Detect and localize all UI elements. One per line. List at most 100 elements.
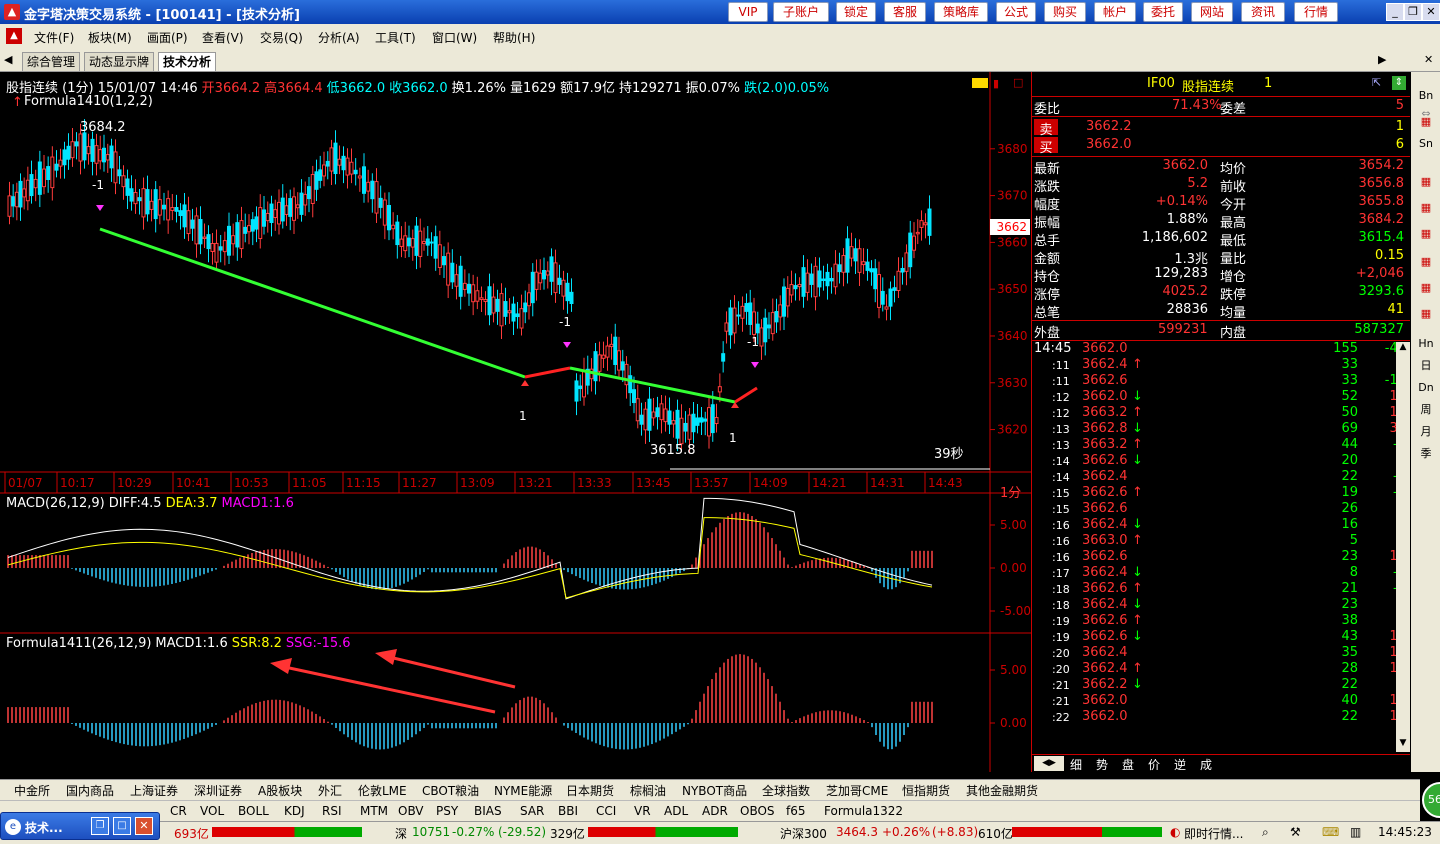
toolbar-button-11[interactable]: 行情 <box>1294 2 1338 22</box>
market-tab-2[interactable]: 上海证券 <box>130 782 178 799</box>
sidebar-tool-icon-5[interactable]: ▦ <box>1415 278 1437 298</box>
close-button[interactable]: ✕ <box>1422 3 1440 21</box>
toolbar-button-4[interactable]: 策略库 <box>934 2 988 22</box>
toolbar-button-7[interactable]: 帐户 <box>1094 2 1136 22</box>
tab-scroll-left-icon[interactable]: ◀ <box>4 53 12 66</box>
menu-item-4[interactable]: 交易(Q) <box>260 29 303 46</box>
market-tab-9[interactable]: 日本期货 <box>566 782 614 799</box>
indicator-tab-19[interactable]: OBOS <box>740 804 775 818</box>
tick-list[interactable]: 14:453662.0155-49:113662.4↑333:113662.63… <box>1032 340 1410 724</box>
market-tab-13[interactable]: 芝加哥CME <box>826 782 888 799</box>
toolbar-button-0[interactable]: VIP <box>728 2 768 22</box>
tick-tab-3[interactable]: 价 <box>1148 756 1160 773</box>
sidebar-tool-icon-1[interactable]: ▦ <box>1415 172 1437 192</box>
taskbar-maximize-icon[interactable]: □ <box>113 817 131 835</box>
tick-tab-4[interactable]: 逆 <box>1174 756 1186 773</box>
indicator-tab-7[interactable]: KDJ <box>284 804 305 818</box>
kline-chart[interactable]: 368036703660365036403630362001/07 10:17 10… <box>0 72 1031 772</box>
market-tab-11[interactable]: NYBOT商品 <box>682 782 747 799</box>
menu-item-7[interactable]: 窗口(W) <box>432 29 477 46</box>
sidebar-tool-icon-3[interactable]: ▦ <box>1415 224 1437 244</box>
menu-item-2[interactable]: 画面(P) <box>147 29 188 46</box>
realtime-icon[interactable]: ◐ <box>1170 825 1180 839</box>
toolbar-button-10[interactable]: 资讯 <box>1241 2 1285 22</box>
indicator-tab-16[interactable]: VR <box>634 804 651 818</box>
pin-icon[interactable]: ▮ <box>993 77 999 90</box>
menu-item-0[interactable]: 文件(F) <box>34 29 74 46</box>
indicator-tab-4[interactable]: CR <box>170 804 187 818</box>
tab-overview[interactable]: 综合管理 <box>22 52 81 71</box>
toolbar-button-9[interactable]: 网站 <box>1191 2 1233 22</box>
indicator-tab-12[interactable]: BIAS <box>474 804 502 818</box>
market-tab-12[interactable]: 全球指数 <box>762 782 810 799</box>
expand-icon[interactable]: □ <box>1013 76 1023 89</box>
sell-price[interactable]: 3662.2 <box>1086 119 1132 134</box>
tab-close-icon[interactable]: ✕ <box>1424 53 1433 66</box>
tick-tab-0[interactable]: 细 <box>1070 756 1082 773</box>
indicator-tab-8[interactable]: RSI <box>322 804 342 818</box>
market-tab-4[interactable]: A股板块 <box>258 782 302 799</box>
minimize-button[interactable]: _ <box>1386 3 1404 21</box>
indicator-tab-9[interactable]: MTM <box>360 804 388 818</box>
tick-scrollbar[interactable]: ▲ ▼ <box>1396 342 1410 752</box>
taskbar-restore-icon[interactable]: ❐ <box>91 817 109 835</box>
sidebar-tool-icon-2[interactable]: ▦ <box>1415 198 1437 218</box>
mode-icon[interactable]: ⇱ <box>1372 76 1381 89</box>
sidebar-btn-4[interactable]: Dn <box>1415 378 1437 398</box>
restore-button[interactable]: ❐ <box>1404 3 1422 21</box>
toolbar-button-2[interactable]: 锁定 <box>836 2 876 22</box>
sidebar-btn-6[interactable]: 月 <box>1415 422 1437 442</box>
tick-tab-5[interactable]: 成 <box>1200 756 1212 773</box>
sidebar-btn-2[interactable]: Hn <box>1415 334 1437 354</box>
menu-item-3[interactable]: 查看(V) <box>202 29 244 46</box>
scroll-down-icon[interactable]: ▼ <box>1396 738 1410 752</box>
indicator-tab-13[interactable]: SAR <box>520 804 544 818</box>
scroll-up-icon[interactable]: ▲ <box>1396 342 1410 356</box>
sidebar-tool-icon-0[interactable]: ▦ <box>1415 112 1437 132</box>
buy-price[interactable]: 3662.0 <box>1086 137 1132 152</box>
menu-item-5[interactable]: 分析(A) <box>318 29 360 46</box>
search-icon[interactable]: ⌕ <box>1262 825 1269 840</box>
sidebar-btn-3[interactable]: 日 <box>1415 356 1437 376</box>
market-tab-0[interactable]: 中金所 <box>14 782 50 799</box>
menu-item-1[interactable]: 板块(M) <box>88 29 132 46</box>
sidebar-tool-icon-4[interactable]: ▦ <box>1415 252 1437 272</box>
trash-icon[interactable]: ▥ <box>1350 825 1361 839</box>
sidebar-btn-7[interactable]: 季 <box>1415 444 1437 464</box>
indicator-tab-14[interactable]: BBI <box>558 804 578 818</box>
market-tab-15[interactable]: 其他金融期货 <box>966 782 1038 799</box>
toolbar-button-3[interactable]: 客服 <box>884 2 926 22</box>
sidebar-btn-0[interactable]: Bn <box>1415 86 1437 106</box>
tool-icon[interactable] <box>972 78 988 88</box>
indicator-tab-10[interactable]: OBV <box>398 804 424 818</box>
indicator-tab-18[interactable]: ADR <box>702 804 728 818</box>
toggle-icon[interactable]: ⇕ <box>1392 76 1406 90</box>
toolbar-button-6[interactable]: 购买 <box>1044 2 1086 22</box>
indicator-tab-11[interactable]: PSY <box>436 804 458 818</box>
tick-tab-1[interactable]: 势 <box>1096 756 1108 773</box>
market-tab-8[interactable]: NYME能源 <box>494 782 552 799</box>
tick-tab-2[interactable]: 盘 <box>1122 756 1134 773</box>
sidebar-btn-1[interactable]: Sn <box>1415 134 1437 154</box>
toolbar-button-5[interactable]: 公式 <box>996 2 1036 22</box>
keyboard-icon[interactable]: ⌨ <box>1322 825 1339 839</box>
sidebar-tool-icon-6[interactable]: ▦ <box>1415 304 1437 324</box>
menu-item-8[interactable]: 帮助(H) <box>493 29 535 46</box>
toolbar-button-8[interactable]: 委托 <box>1143 2 1183 22</box>
indicator-tab-5[interactable]: VOL <box>200 804 224 818</box>
chart-area[interactable]: 3680 3670 3660 3650 3640 3630 3620 01/07 10:17 10… <box>0 72 1031 772</box>
indicator-tab-21[interactable]: Formula1322 <box>824 804 903 818</box>
toolbar-button-1[interactable]: 子账户 <box>773 2 829 22</box>
taskbar-close-icon[interactable]: ✕ <box>135 817 153 835</box>
market-tab-1[interactable]: 国内商品 <box>66 782 114 799</box>
realtime-link[interactable]: 即时行情... <box>1184 825 1243 842</box>
tick-nav-icon[interactable]: ◀▶ <box>1034 756 1064 771</box>
market-tab-14[interactable]: 恒指期货 <box>902 782 950 799</box>
sidebar-btn-5[interactable]: 周 <box>1415 400 1437 420</box>
tab-scroll-right-icon[interactable]: ▶ <box>1378 53 1386 66</box>
market-tab-6[interactable]: 伦敦LME <box>358 782 407 799</box>
speed-bubble[interactable]: 56 <box>1422 782 1440 818</box>
menu-item-6[interactable]: 工具(T) <box>375 29 416 46</box>
taskbar-window[interactable]: e 技术... ❐ □ ✕ <box>0 812 160 840</box>
indicator-tab-6[interactable]: BOLL <box>238 804 269 818</box>
